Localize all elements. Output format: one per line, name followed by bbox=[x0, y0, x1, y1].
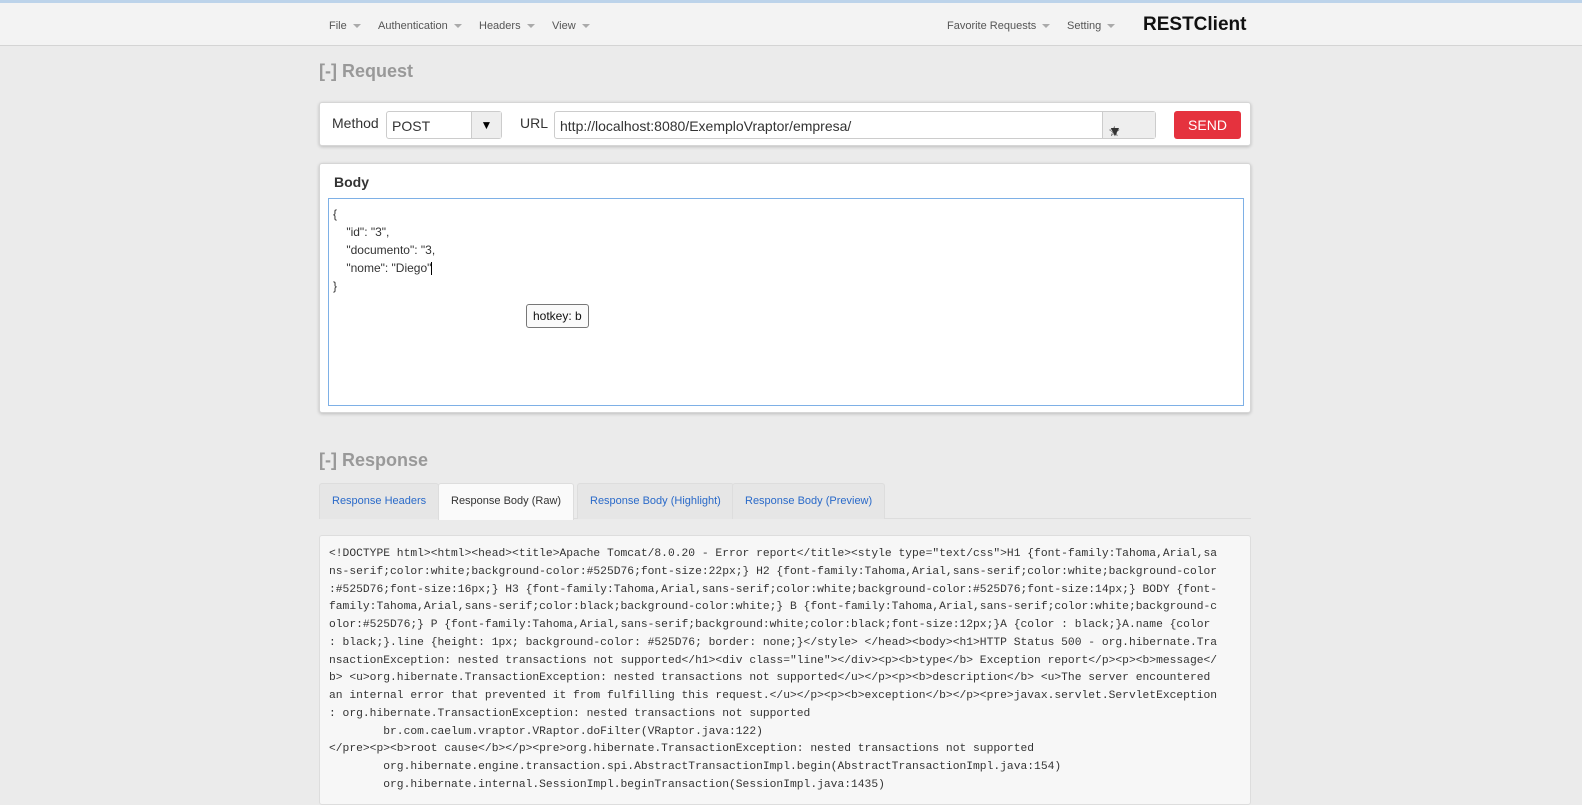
menu-label: Favorite Requests bbox=[947, 20, 1037, 32]
tab-response-body-raw[interactable]: Response Body (Raw) bbox=[438, 483, 575, 520]
menu-label: Setting bbox=[1067, 20, 1102, 32]
tab-response-body-highlight[interactable]: Response Body (Highlight) bbox=[577, 483, 734, 519]
method-value: POST bbox=[392, 118, 431, 134]
body-panel: Body { "id": "3", "documento": "3, "nome… bbox=[319, 163, 1251, 413]
caret-down-icon bbox=[526, 24, 535, 29]
tab-response-body-preview[interactable]: Response Body (Preview) bbox=[732, 483, 886, 519]
response-line: olor:#525D76;} P {font-family:Tahoma,Ari… bbox=[329, 619, 1211, 631]
menu-file[interactable]: File bbox=[329, 20, 361, 32]
send-button[interactable]: SEND bbox=[1174, 111, 1241, 139]
brand-logo[interactable]: RESTClient bbox=[1143, 14, 1246, 36]
response-line: </pre><p><b>root cause</b></p><pre>org.h… bbox=[329, 743, 1035, 756]
response-section-toggle[interactable]: [-] Response bbox=[319, 450, 428, 471]
body-textarea[interactable]: { "id": "3", "documento": "3, "nome": "D… bbox=[328, 198, 1244, 406]
request-panel: Method POST ▼ URL http://localhost:8080/E… bbox=[319, 102, 1251, 146]
body-title: Body bbox=[334, 174, 369, 190]
chevron-down-icon: ▼ bbox=[1108, 123, 1122, 139]
response-line: b> <u>org.hibernate.TransactionException… bbox=[329, 672, 1211, 685]
favorite-url-button[interactable]: ☆ ▼ bbox=[1102, 112, 1155, 139]
caret-down-icon bbox=[581, 24, 590, 29]
menu-favorite-requests[interactable]: Favorite Requests bbox=[947, 20, 1051, 32]
request-section-toggle[interactable]: [-] Request bbox=[319, 61, 413, 82]
text-cursor bbox=[431, 262, 433, 276]
menu-label: Headers bbox=[479, 20, 521, 32]
response-body-raw[interactable]: <!DOCTYPE html><html><head><title>Apache… bbox=[319, 535, 1251, 805]
response-line: <!DOCTYPE html><html><head><title>Apache… bbox=[329, 548, 1218, 560]
menu-view[interactable]: View bbox=[552, 20, 590, 32]
menu-setting[interactable]: Setting bbox=[1067, 20, 1116, 32]
response-line: nsactionException: nested transactions n… bbox=[329, 654, 1218, 667]
menu-label: View bbox=[552, 20, 576, 32]
menu-headers[interactable]: Headers bbox=[479, 20, 535, 32]
response-line: : black;}.line {height: 1px; background-… bbox=[329, 636, 1218, 649]
url-label: URL bbox=[520, 115, 549, 131]
response-line: ns-serif;color:white;background-color:#5… bbox=[329, 565, 1218, 578]
response-line: an internal error that prevented it from… bbox=[329, 690, 1218, 702]
response-line: :#525D76;font-size:16px;} H3 {font-famil… bbox=[329, 583, 1218, 596]
hotkey-tooltip: hotkey: b bbox=[526, 304, 589, 328]
response-line: : org.hibernate.TransactionException: ne… bbox=[329, 707, 811, 720]
tab-response-headers[interactable]: Response Headers bbox=[319, 483, 440, 519]
menu-label: File bbox=[329, 20, 347, 32]
method-select[interactable]: POST ▼ bbox=[386, 111, 502, 139]
caret-down-icon bbox=[352, 24, 361, 29]
menu-label: Authentication bbox=[378, 20, 448, 32]
caret-down-icon bbox=[1042, 24, 1051, 29]
chevron-down-icon[interactable]: ▼ bbox=[471, 112, 501, 138]
caret-down-icon bbox=[453, 24, 462, 29]
method-label: Method bbox=[332, 115, 379, 131]
menu-authentication[interactable]: Authentication bbox=[378, 20, 462, 32]
response-line: br.com.caelum.vraptor.VRaptor.doFilter(V… bbox=[329, 725, 763, 738]
url-value: http://localhost:8080/ExemploVraptor/emp… bbox=[560, 118, 852, 134]
response-line: family:Tahoma,Arial,sans-serif;color:bla… bbox=[329, 601, 1218, 614]
url-input[interactable]: http://localhost:8080/ExemploVraptor/emp… bbox=[554, 111, 1156, 139]
response-tabs: Response Headers Response Body (Raw) Res… bbox=[319, 483, 1251, 520]
response-line: org.hibernate.engine.transaction.spi.Abs… bbox=[329, 761, 1062, 773]
caret-down-icon bbox=[1107, 24, 1116, 29]
body-text-end: } bbox=[333, 279, 338, 293]
body-text: { "id": "3", "documento": "3, "nome": "D… bbox=[333, 207, 436, 275]
navbar: File Authentication Headers View Favorit… bbox=[0, 3, 1582, 46]
